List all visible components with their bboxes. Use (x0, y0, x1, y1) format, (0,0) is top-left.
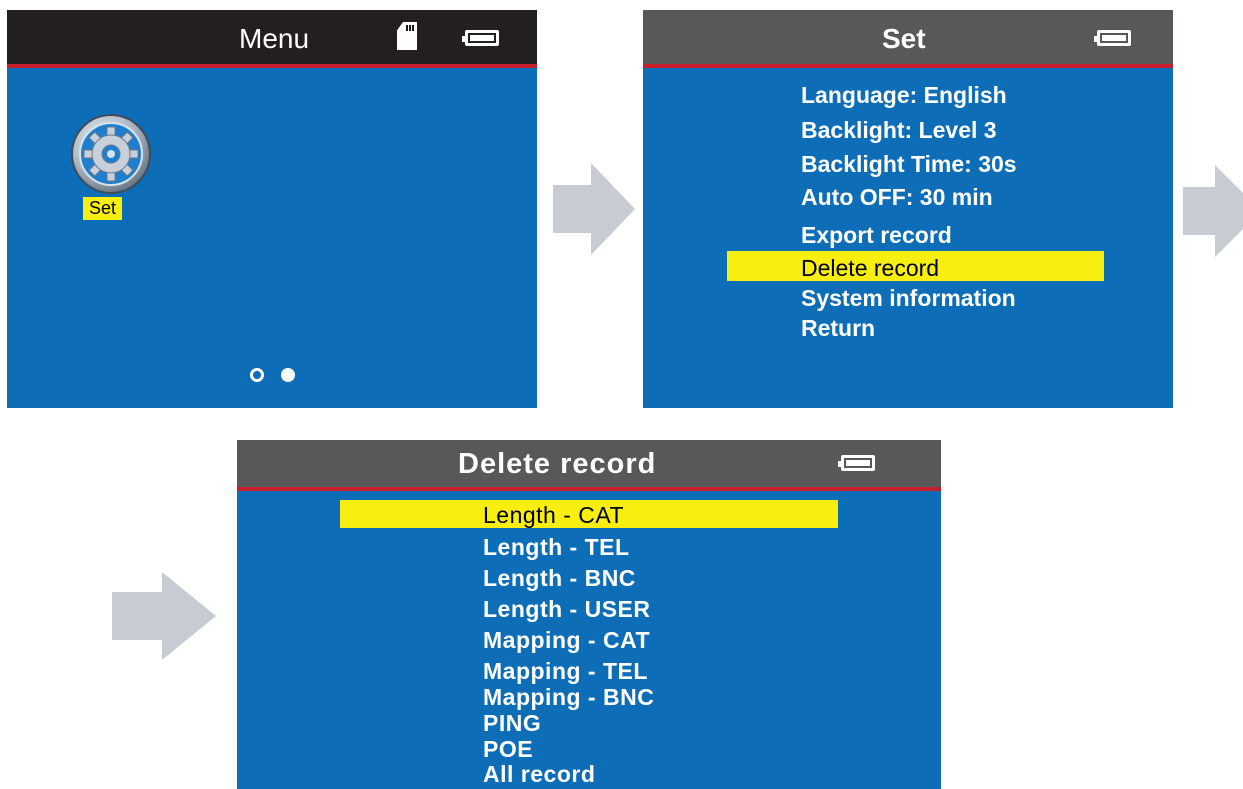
menu-title: Menu (239, 23, 310, 54)
menu-title-bar: Menu (7, 10, 537, 68)
battery-icon (838, 455, 875, 471)
page-dot-2-active (281, 368, 295, 382)
page-dot-1 (250, 368, 264, 382)
set-label[interactable]: Set (83, 197, 123, 220)
delete-item-length-tel[interactable]: Length - TEL (483, 534, 630, 561)
menu-screen: Menu Set (7, 10, 537, 408)
delete-item-all-record[interactable]: All record (483, 761, 595, 788)
set-item-export-record[interactable]: Export record (801, 222, 952, 249)
delete-item-mapping-tel[interactable]: Mapping - TEL (483, 658, 648, 685)
arrow-right-icon (1183, 165, 1243, 257)
set-title-bar: Set (643, 10, 1173, 68)
arrow-right-icon (112, 572, 216, 660)
delete-item-length-user[interactable]: Length - USER (483, 596, 651, 623)
delete-item-ping[interactable]: PING (483, 710, 541, 737)
sdcard-icon (397, 22, 417, 50)
gear-icon (71, 114, 151, 194)
set-item-auto-off[interactable]: Auto OFF: 30 min (801, 184, 993, 211)
delete-record-screen: Delete record Length - CAT Length - TEL … (237, 440, 941, 789)
set-item-backlight-time[interactable]: Backlight Time: 30s (801, 151, 1017, 178)
set-screen: Set Language: English Backlight: Level 3… (643, 10, 1173, 408)
set-item-delete-record[interactable]: Delete record (801, 255, 939, 282)
set-item-language[interactable]: Language: English (801, 82, 1007, 109)
set-title: Set (882, 23, 926, 54)
delete-item-mapping-cat[interactable]: Mapping - CAT (483, 627, 650, 654)
delete-item-poe[interactable]: POE (483, 736, 533, 763)
delete-item-length-bnc[interactable]: Length - BNC (483, 565, 636, 592)
set-item-system-information[interactable]: System information (801, 285, 1016, 312)
delete-record-title-bar: Delete record (237, 440, 941, 491)
battery-icon (1094, 30, 1131, 46)
delete-record-title: Delete record (458, 448, 657, 480)
set-item-backlight[interactable]: Backlight: Level 3 (801, 117, 997, 144)
delete-item-mapping-bnc[interactable]: Mapping - BNC (483, 684, 654, 711)
delete-item-length-cat[interactable]: Length - CAT (483, 502, 624, 529)
set-item-return[interactable]: Return (801, 315, 875, 342)
battery-icon (462, 30, 499, 46)
set-menu-item[interactable] (69, 112, 153, 196)
arrow-right-icon (553, 163, 635, 255)
